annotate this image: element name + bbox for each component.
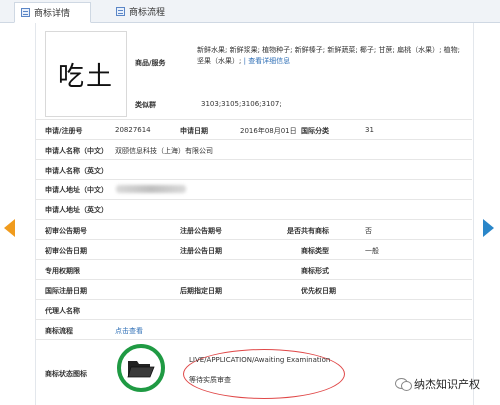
view-details-link[interactable]: | 查看详细信息 [244,57,291,65]
intl-reg-date-label: 国际注册日期 [45,287,87,295]
watermark: 纳杰知识产权 [395,376,480,392]
app-date-value: 2016年08月01日 [240,127,297,135]
reg-no-value: 20827614 [115,126,151,134]
trademark-image: 吃土 [45,31,127,117]
shared-mark-value: 否 [365,227,372,235]
address-en-label: 申请人地址（英文） [45,206,108,214]
trademark-image-text: 吃土 [57,61,114,92]
tab-trademark-process[interactable]: 商标流程 [110,2,190,21]
divider [35,319,472,320]
intl-class-value: 31 [365,126,374,134]
status-english: LIVE/APPLICATION/Awaiting Examination [189,356,331,364]
goods-services-text: 新鲜水果; 新鲜浆果; 植物种子; 新鲜榛子; 新鲜蔬菜; 椰子; 甘蔗; 扁桃… [197,46,461,65]
prelim-notice-no-label: 初审公告期号 [45,227,87,235]
address-cn-label: 申请人地址（中文） [45,186,108,194]
reg-notice-no-label: 注册公告期号 [180,227,222,235]
wechat-icon [395,378,412,391]
document-icon [116,7,125,16]
applicant-cn-label: 申请人名称（中文） [45,147,108,155]
divider [35,239,472,240]
prelim-notice-date-label: 初审公告日期 [45,247,87,255]
divider [35,179,472,180]
shared-mark-label: 是否共有商标 [287,227,329,235]
divider [35,259,472,260]
status-icon-label: 商标状态图标 [45,370,87,378]
tab-label: 商标详情 [34,9,71,19]
mark-type-label: 商标类型 [301,247,329,255]
divider [35,279,472,280]
goods-services-label: 商品/服务 [135,59,166,67]
divider [35,119,472,120]
redacted-address [116,185,186,193]
divider [35,159,472,160]
intl-class-label: 国际分类 [301,127,329,135]
similar-group-label: 类似群 [135,101,156,109]
divider [35,339,472,340]
status-chinese: 等待实质审查 [189,376,231,384]
divider [35,299,472,300]
priority-date-label: 优先权日期 [301,287,336,295]
similar-group-value: 3103;3105;3106;3107; [201,100,282,108]
applicant-en-label: 申请人名称（英文） [45,167,108,175]
exclusive-period-label: 专用权期限 [45,267,80,275]
document-icon [21,8,30,17]
folder-icon [127,361,155,378]
app-date-label: 申请日期 [180,127,208,135]
reg-notice-date-label: 注册公告日期 [180,247,222,255]
tab-trademark-details[interactable]: 商标详情 [14,2,91,23]
applicant-cn-value: 双颐信息科技（上海）有限公司 [115,147,213,155]
mark-type-value: 一般 [365,247,379,255]
watermark-text: 纳杰知识产权 [414,378,480,391]
mark-form-label: 商标形式 [301,267,329,275]
agent-label: 代理人名称 [45,307,80,315]
previous-arrow-icon[interactable] [4,219,15,237]
view-process-link[interactable]: 点击查看 [115,326,143,336]
divider [35,139,472,140]
later-designation-date-label: 后期指定日期 [180,287,222,295]
divider [35,219,472,220]
process-label: 商标流程 [45,327,73,335]
goods-services-value: 新鲜水果; 新鲜浆果; 植物种子; 新鲜榛子; 新鲜蔬菜; 椰子; 甘蔗; 扁桃… [197,45,462,67]
tab-bar: 商标详情 商标流程 [0,0,500,23]
status-highlight-ring [117,344,165,392]
divider [35,199,472,200]
tab-label: 商标流程 [129,8,166,18]
next-arrow-icon[interactable] [483,219,494,237]
reg-no-label: 申请/注册号 [45,127,83,135]
